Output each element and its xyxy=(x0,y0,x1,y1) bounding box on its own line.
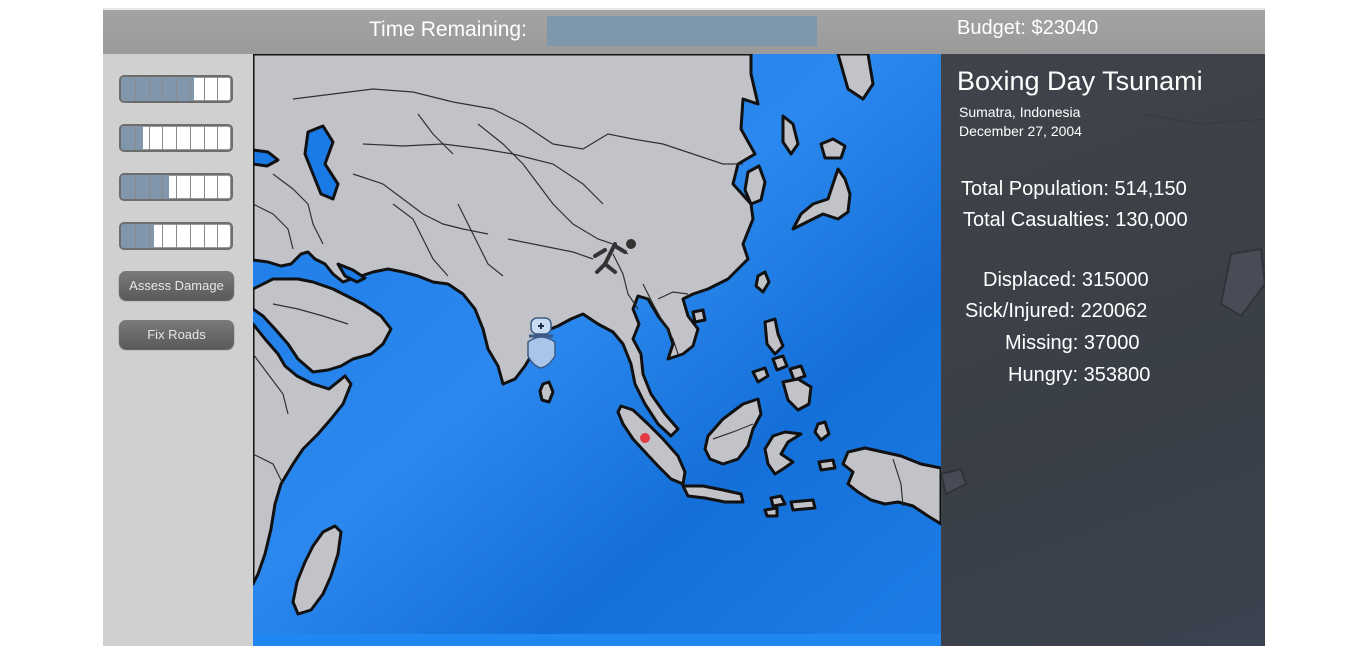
status-bar: Time Remaining: Budget: $23040 xyxy=(103,10,1265,54)
disaster-info-panel: Boxing Day Tsunami Sumatra, Indonesia De… xyxy=(941,54,1265,646)
meter-segment-divider xyxy=(203,224,205,248)
world-map[interactable] xyxy=(253,54,941,646)
meter-segment-divider xyxy=(162,126,164,150)
fix-roads-button[interactable]: Fix Roads xyxy=(119,320,234,349)
hungry-count: Hungry: 353800 xyxy=(1008,364,1151,386)
game-window: Time Remaining: Budget: $23040 Assess Da… xyxy=(103,8,1265,646)
meter-segment-divider xyxy=(217,77,219,101)
meter-segment-divider xyxy=(176,224,177,248)
meter-segment-divider xyxy=(176,126,177,150)
resource-meter-3 xyxy=(119,173,233,201)
ocean-bottom-strip xyxy=(253,634,941,646)
resource-panel: Assess Damage Fix Roads xyxy=(103,54,253,646)
meter-segment-divider xyxy=(189,126,191,150)
meter-segment-divider xyxy=(217,126,219,150)
resource-meter-2 xyxy=(119,124,233,152)
disaster-location: Sumatra, Indonesia xyxy=(959,104,1081,120)
meter-segment-divider xyxy=(203,77,205,101)
meter-segment-divider xyxy=(148,175,150,199)
meter-segment-divider xyxy=(189,77,191,101)
map-graphic xyxy=(253,54,941,646)
time-remaining-bar xyxy=(547,16,817,46)
missing-count: Missing: 37000 xyxy=(1005,332,1140,354)
disaster-date: December 27, 2004 xyxy=(959,123,1082,139)
meter-segment-divider xyxy=(134,126,136,150)
meter-segment-divider xyxy=(148,77,150,101)
meter-segment-divider xyxy=(162,175,164,199)
meter-segment-divider xyxy=(203,126,205,150)
land-lesser-sunda-2 xyxy=(789,498,817,512)
meter-segment-divider xyxy=(176,77,177,101)
meter-segment-divider xyxy=(148,224,150,248)
epicenter-marker[interactable] xyxy=(640,433,650,443)
disaster-title: Boxing Day Tsunami xyxy=(957,66,1203,96)
budget-readout: Budget: $23040 xyxy=(957,17,1099,39)
medic-icon[interactable] xyxy=(527,317,556,369)
meter-segment-divider xyxy=(134,77,136,101)
meter-segment-divider xyxy=(217,224,219,248)
time-remaining-label: Time Remaining: xyxy=(369,18,527,41)
land-visayas-1 xyxy=(771,354,789,372)
sick-injured-count: Sick/Injured: 220062 xyxy=(965,300,1148,322)
meter-segment-divider xyxy=(162,224,164,248)
meter-segment-divider xyxy=(217,175,219,199)
meter-segment-divider xyxy=(189,224,191,248)
land-lesser-sunda-3 xyxy=(763,506,779,518)
land-lesser-sunda-1 xyxy=(769,494,787,508)
land-seram xyxy=(817,458,837,472)
land-hainan xyxy=(691,308,707,324)
meter-segment-divider xyxy=(134,224,136,248)
resource-meter-4 xyxy=(119,222,233,250)
total-casualties: Total Casualties: 130,000 xyxy=(963,209,1188,231)
meter-segment-divider xyxy=(162,77,164,101)
land-sri-lanka xyxy=(538,380,555,404)
meter-segment-divider xyxy=(189,175,191,199)
meter-segment-divider xyxy=(148,126,150,150)
displaced-count: Displaced: 315000 xyxy=(983,269,1149,291)
assess-damage-button[interactable]: Assess Damage xyxy=(119,271,234,300)
meter-segment-divider xyxy=(134,175,136,199)
land-korea xyxy=(743,164,767,206)
resource-meter-1 xyxy=(119,75,233,103)
total-population: Total Population: 514,150 xyxy=(961,178,1187,200)
meter-segment-divider xyxy=(203,175,205,199)
meter-segment-divider xyxy=(176,175,177,199)
